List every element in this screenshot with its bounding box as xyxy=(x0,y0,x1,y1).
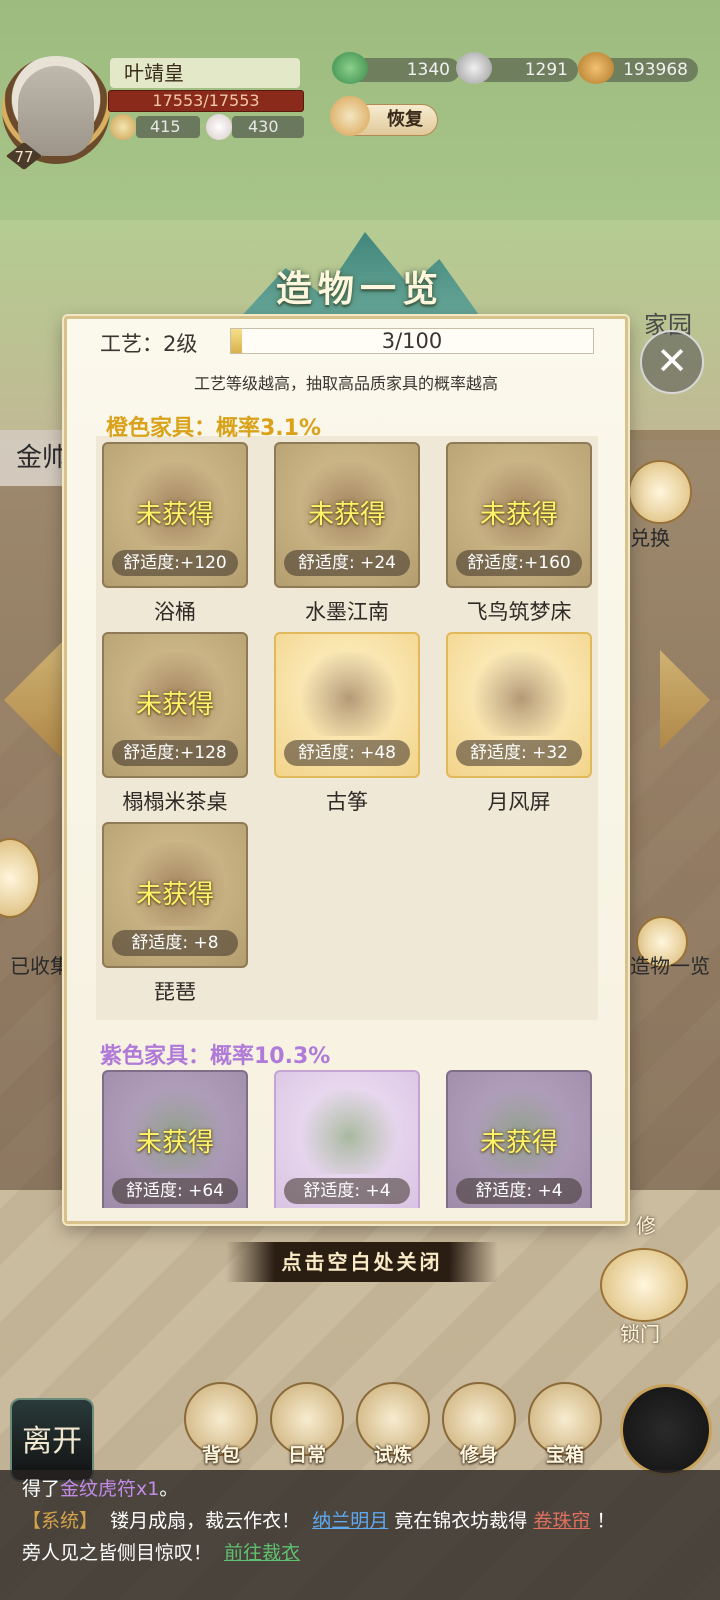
comfort-value: 舒适度: +64 xyxy=(112,1178,238,1204)
chat-text: 旁人见之皆侧目惊叹！ xyxy=(22,1542,213,1564)
chat-text: 镂月成扇，裁云作衣！ xyxy=(110,1510,301,1532)
comfort-value: 舒适度: +4 xyxy=(284,1178,410,1204)
lock-label: 锁门 xyxy=(620,1322,660,1346)
not-obtained-label: 未获得 xyxy=(135,1128,214,1158)
furniture-card[interactable]: 未获得舒适度: +4 xyxy=(446,1070,592,1208)
chat-text: 。 xyxy=(159,1478,179,1500)
chat-text: ！ xyxy=(596,1510,616,1532)
repair-label: 修 xyxy=(636,1214,656,1238)
chat-text: 竟在锦衣坊裁得 xyxy=(394,1510,528,1532)
purple-furniture-grid: 未获得 舒适度: +64 舒适度: +4 未获得 舒适度: +4 xyxy=(0,0,720,1208)
flower-pot-icon xyxy=(296,1090,402,1174)
chat-line-2: 【系统】 镂月成扇，裁云作衣！ 纳兰明月 竟在锦衣坊裁得 卷珠帘 ！ xyxy=(22,1506,615,1533)
not-obtained-label: 未获得 xyxy=(479,1128,558,1158)
nav-label[interactable]: 背包 xyxy=(181,1440,261,1467)
comfort-value: 舒适度: +4 xyxy=(456,1178,582,1204)
nav-label[interactable]: 日常 xyxy=(267,1440,347,1467)
furniture-card[interactable]: 舒适度: +4 xyxy=(274,1070,420,1208)
go-tailor-link[interactable]: 前往裁衣 xyxy=(224,1542,300,1564)
nav-label[interactable]: 修身 xyxy=(439,1440,519,1467)
player-link[interactable]: 纳兰明月 xyxy=(312,1510,388,1532)
chat-text: 得了 xyxy=(22,1478,61,1500)
nav-label[interactable]: 试炼 xyxy=(353,1440,433,1467)
lock-icon[interactable] xyxy=(600,1248,688,1322)
furniture-card[interactable]: 未获得舒适度: +64 xyxy=(102,1070,248,1208)
chat-line-3: 旁人见之皆侧目惊叹！ 前往裁衣 xyxy=(22,1538,300,1565)
system-tag: 【系统】 xyxy=(22,1510,99,1532)
nav-label[interactable]: 宝箱 xyxy=(525,1440,605,1467)
close-hint[interactable]: 点击空白处关闭 xyxy=(226,1242,498,1282)
corner-menu-button[interactable] xyxy=(620,1384,712,1476)
chat-line-1: 得了金纹虎符x1。 xyxy=(22,1474,178,1501)
chat-item-name: 金纹虎符x1 xyxy=(60,1478,160,1500)
item-link[interactable]: 卷珠帘 xyxy=(533,1510,590,1532)
